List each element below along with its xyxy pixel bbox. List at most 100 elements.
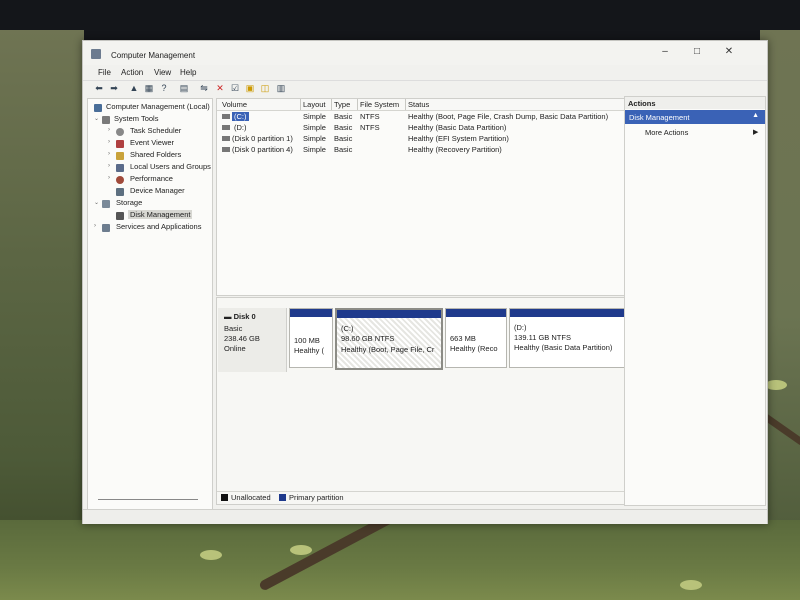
tree-system-tools[interactable]: System Tools: [114, 114, 158, 123]
forward-arrow-icon[interactable]: ➡: [108, 82, 120, 94]
properties-icon[interactable]: ☑: [229, 82, 241, 94]
tree-item-local-users[interactable]: Local Users and Groups: [130, 162, 211, 171]
drive-icon: [222, 147, 230, 152]
disk-size: 238.46 GB: [224, 334, 260, 343]
users-icon: [116, 164, 124, 172]
delete-icon[interactable]: ✕: [214, 82, 226, 94]
tree-item-shared-folders[interactable]: Shared Folders: [130, 150, 181, 159]
column-divider[interactable]: [357, 99, 358, 110]
up-folder-icon[interactable]: ▲: [128, 82, 140, 94]
minimize-button[interactable]: –: [655, 45, 675, 59]
partition-label: (D:): [514, 323, 527, 332]
view-icon[interactable]: ▤: [178, 82, 190, 94]
table-row[interactable]: (Disk 0 partition 4) Simple Basic Health…: [217, 144, 627, 155]
volume-layout: Simple: [303, 145, 326, 154]
status-bar: [83, 509, 767, 524]
tree-root[interactable]: Computer Management (Local): [106, 102, 210, 111]
partition-bar: [446, 309, 506, 317]
volume-list-header: Volume Layout Type File System Status: [217, 99, 627, 111]
volume-status: Healthy (Basic Data Partition): [408, 123, 507, 132]
volume-status: Healthy (Boot, Page File, Crash Dump, Ba…: [408, 112, 609, 121]
volume-layout: Simple: [303, 112, 326, 121]
leaf-decoration: [200, 550, 222, 560]
computer-management-window: Computer Management – □ ✕ File Action Vi…: [82, 40, 768, 524]
volume-name[interactable]: (Disk 0 partition 1): [232, 134, 293, 143]
table-row[interactable]: (Disk 0 partition 1) Simple Basic Health…: [217, 133, 627, 144]
connect-icon[interactable]: ⇋: [198, 82, 210, 94]
menu-action[interactable]: Action: [121, 68, 143, 77]
tree-item-disk-management[interactable]: Disk Management: [128, 210, 193, 219]
column-divider[interactable]: [405, 99, 406, 110]
services-icon: [102, 224, 110, 232]
partition-size: 98.60 GB NTFS: [341, 334, 395, 343]
title-bar[interactable]: Computer Management – □ ✕: [83, 41, 767, 65]
chevron-right-icon[interactable]: ›: [108, 163, 110, 169]
partition-d[interactable]: (D:) 139.11 GB NTFS Healthy (Basic Data …: [509, 308, 625, 368]
tree-item-task-scheduler[interactable]: Task Scheduler: [130, 126, 181, 135]
volume-type: Basic: [334, 145, 353, 154]
menu-help[interactable]: Help: [180, 68, 196, 77]
show-tree-icon[interactable]: ▦: [143, 82, 155, 94]
shared-folder-icon: [116, 152, 124, 160]
table-row[interactable]: (C:) Simple Basic NTFS Healthy (Boot, Pa…: [217, 111, 627, 122]
help-icon[interactable]: ?: [158, 82, 170, 94]
more-actions-link[interactable]: More Actions: [645, 128, 688, 137]
list-view-icon[interactable]: ▥: [275, 82, 287, 94]
chevron-right-icon[interactable]: ›: [108, 139, 110, 145]
volume-name[interactable]: (C:): [232, 112, 249, 121]
tree-item-performance[interactable]: Performance: [130, 174, 173, 183]
computer-management-icon: [91, 49, 101, 59]
volume-name[interactable]: (Disk 0 partition 4): [232, 145, 293, 154]
menu-view[interactable]: View: [154, 68, 171, 77]
computer-icon: [94, 104, 102, 112]
chevron-right-icon[interactable]: ›: [108, 127, 110, 133]
menu-file[interactable]: File: [98, 68, 111, 77]
back-arrow-icon[interactable]: ⬅: [93, 82, 105, 94]
collapse-up-icon[interactable]: ▲: [752, 112, 759, 119]
actions-section-disk-management[interactable]: Disk Management ▲: [625, 110, 765, 124]
col-layout[interactable]: Layout: [303, 100, 326, 109]
refresh-icon[interactable]: ▣: [244, 82, 256, 94]
volume-name[interactable]: (D:): [234, 123, 247, 132]
disk-state: Online: [224, 344, 246, 353]
chevron-right-icon[interactable]: ›: [108, 175, 110, 181]
partition-efi[interactable]: 100 MB Healthy (: [289, 308, 333, 368]
close-button[interactable]: ✕: [719, 45, 739, 59]
partition-status: Healthy (Basic Data Partition): [514, 343, 613, 352]
col-status[interactable]: Status: [408, 100, 429, 109]
leaf-decoration: [290, 545, 312, 555]
chevron-right-icon[interactable]: ›: [108, 151, 110, 157]
partition-bar: [510, 309, 624, 317]
partition-size: 139.11 GB NTFS: [514, 333, 571, 342]
partition-status: Healthy (Reco: [450, 344, 498, 353]
table-row[interactable]: (D:) Simple Basic NTFS Healthy (Basic Da…: [217, 122, 627, 133]
chevron-right-icon[interactable]: ▶: [753, 128, 758, 136]
chevron-down-icon[interactable]: ⌄: [94, 115, 99, 122]
chevron-down-icon[interactable]: ⌄: [94, 199, 99, 206]
tree-item-event-viewer[interactable]: Event Viewer: [130, 138, 174, 147]
partition-size: 100 MB: [294, 336, 320, 345]
photo-background-top: [0, 0, 800, 40]
col-type[interactable]: Type: [334, 100, 350, 109]
tree-item-device-manager[interactable]: Device Manager: [130, 186, 185, 195]
column-divider[interactable]: [300, 99, 301, 110]
partition-recovery[interactable]: 663 MB Healthy (Reco: [445, 308, 507, 368]
volume-status: Healthy (Recovery Partition): [408, 145, 502, 154]
col-volume[interactable]: Volume: [222, 100, 247, 109]
chevron-right-icon[interactable]: ›: [94, 223, 96, 229]
storage-icon: [102, 200, 110, 208]
export-icon[interactable]: ◫: [259, 82, 271, 94]
disk-type: Basic: [224, 324, 243, 333]
volume-list: Volume Layout Type File System Status (C…: [216, 98, 628, 348]
tree-storage[interactable]: Storage: [116, 198, 142, 207]
actions-section-label: Disk Management: [629, 113, 690, 122]
disk-0-label[interactable]: ▬ Disk 0 Basic 238.46 GB Online: [218, 308, 287, 372]
column-divider[interactable]: [331, 99, 332, 110]
volume-status: Healthy (EFI System Partition): [408, 134, 509, 143]
actions-pane: Actions Disk Management ▲ More Actions ▶: [624, 96, 766, 506]
partition-c[interactable]: (C:) 98.60 GB NTFS Healthy (Boot, Page F…: [335, 308, 443, 370]
col-file-system[interactable]: File System: [360, 100, 399, 109]
tree-scrollbar[interactable]: [98, 499, 198, 500]
maximize-button[interactable]: □: [687, 45, 707, 59]
tree-services[interactable]: Services and Applications: [116, 222, 201, 231]
